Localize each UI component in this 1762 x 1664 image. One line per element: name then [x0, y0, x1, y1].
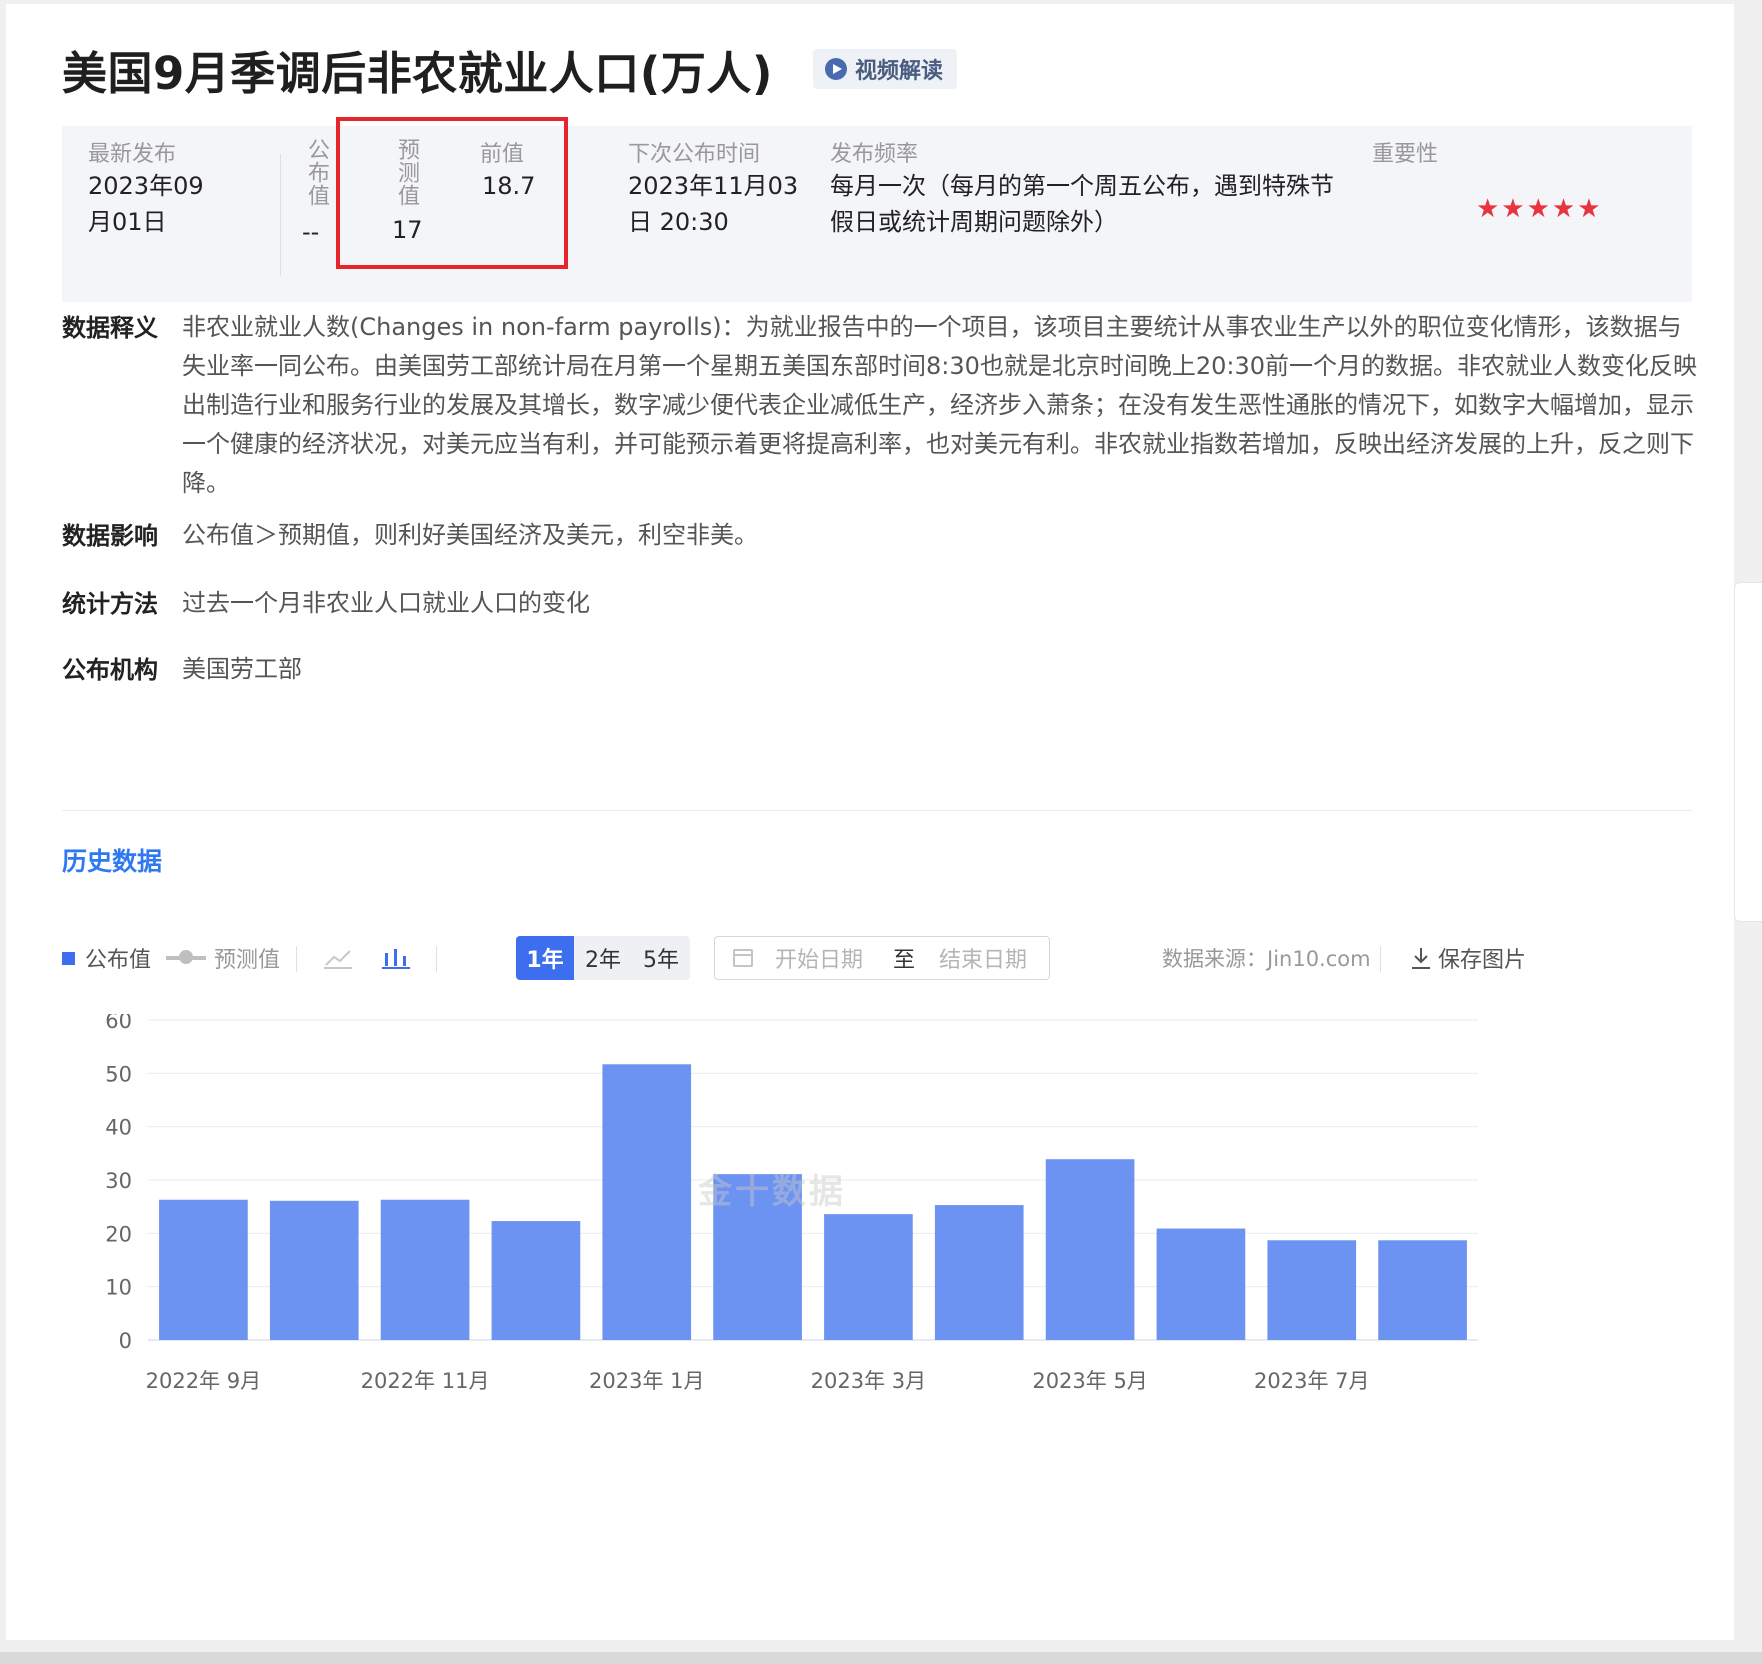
bar — [269, 1200, 359, 1340]
bar — [159, 1199, 248, 1340]
method-text: 过去一个月非农业人口就业人口的变化 — [182, 589, 590, 617]
next-release-value: 2023年11月03 日 20:30 — [628, 168, 798, 240]
range-5y-button[interactable]: 5年 — [632, 936, 690, 980]
agency-label: 公布机构 — [62, 656, 158, 684]
y-tick-label: 20 — [105, 1222, 132, 1246]
bar — [491, 1221, 581, 1340]
range-1y-button[interactable]: 1年 — [516, 936, 574, 980]
definition-text: 非农业就业人数(Changes in non-farm payrolls)：为就… — [182, 313, 1698, 497]
bottom-strip — [0, 1652, 1762, 1664]
chart-toolbar: 公布值 预测值 1年 2年 5年 开始日期 至 结束日期 数据来源：Jin10.… — [62, 936, 1694, 980]
date-to-label: 至 — [893, 948, 916, 973]
next-release-line1: 2023年11月03 — [628, 172, 799, 200]
impact-label: 数据影响 — [62, 522, 158, 550]
agency-text: 美国劳工部 — [182, 655, 302, 683]
actual-value: -- — [302, 218, 320, 246]
bar-chart-icon[interactable] — [382, 936, 410, 980]
x-tick-label: 2023年 7月 — [1254, 1369, 1369, 1393]
x-tick-label: 2023年 3月 — [811, 1369, 926, 1393]
bar — [1045, 1159, 1135, 1340]
history-title: 历史数据 — [62, 847, 163, 876]
data-source: 数据来源：Jin10.com — [1162, 947, 1371, 971]
legend-actual[interactable]: 公布值 — [62, 936, 151, 980]
legend-actual-label: 公布值 — [85, 948, 152, 973]
next-release-label: 下次公布时间 — [628, 142, 761, 167]
x-tick-label: 2023年 1月 — [589, 1369, 704, 1393]
page-container: 美国9月季调后非农就业人口(万人) 视频解读 最新发布 2023年09 月01日… — [6, 4, 1734, 1640]
y-tick-label: 40 — [105, 1116, 132, 1140]
video-button-label: 视频解读 — [854, 59, 943, 84]
method-label: 统计方法 — [62, 590, 158, 618]
latest-release-line1: 2023年09 — [88, 172, 204, 200]
side-feedback-tab[interactable] — [1734, 582, 1762, 922]
range-2y-button[interactable]: 2年 — [574, 936, 632, 980]
frequency-label: 发布频率 — [830, 142, 919, 167]
legend-forecast-swatch — [166, 950, 206, 964]
y-tick-label: 0 — [119, 1329, 132, 1353]
line-chart-icon[interactable] — [324, 936, 352, 980]
bar — [1378, 1240, 1467, 1340]
x-tick-label: 2022年 9月 — [146, 1369, 261, 1393]
download-icon — [1412, 948, 1430, 969]
bar — [380, 1199, 470, 1340]
date-range-picker[interactable]: 开始日期 至 结束日期 — [714, 936, 1050, 980]
next-release-line2: 日 20:30 — [628, 208, 729, 236]
legend-actual-swatch — [62, 951, 75, 965]
toolbar-separator — [1380, 946, 1381, 972]
y-tick-label: 60 — [105, 1014, 132, 1033]
history-bar-chart: 0 10 20 30 40 50 60 2022年 9月 2022年 11月 2023年 1月 20… — [105, 1014, 1478, 1393]
latest-release-label: 最新发布 — [88, 142, 177, 167]
x-tick-label: 2023年 5月 — [1032, 1369, 1147, 1393]
latest-release-value: 2023年09 月01日 — [88, 168, 204, 240]
video-interpretation-button[interactable]: 视频解读 — [812, 49, 957, 89]
save-image-button[interactable]: 保存图片 — [1410, 936, 1526, 980]
importance-stars-icon: ★★★★★ — [1476, 194, 1603, 224]
forecast-highlight-box — [336, 117, 568, 269]
info-divider — [280, 154, 281, 276]
title-row: 美国9月季调后非农就业人口(万人) 视频解读 — [62, 40, 957, 100]
legend-forecast-label: 预测值 — [214, 948, 281, 973]
bar — [934, 1205, 1024, 1340]
indicator-info-panel: 最新发布 2023年09 月01日 公布值 -- 预测值 17 前值 18.7 … — [62, 126, 1692, 302]
frequency-line1: 每月一次（每月的第一个周五公布，遇到特殊节 — [830, 172, 1334, 200]
toolbar-separator — [436, 946, 437, 972]
y-tick-label: 50 — [105, 1062, 132, 1086]
bar — [1156, 1228, 1246, 1340]
frequency-value: 每月一次（每月的第一个周五公布，遇到特殊节 假日或统计周期问题除外） — [830, 168, 1334, 240]
bar — [1267, 1240, 1357, 1340]
section-divider — [62, 810, 1692, 811]
y-tick-label: 10 — [105, 1276, 132, 1300]
save-image-label: 保存图片 — [1438, 948, 1527, 973]
page-title: 美国9月季调后非农就业人口(万人) — [62, 46, 773, 100]
impact-text: 公布值＞预期值，则利好美国经济及美元，利空非美。 — [182, 521, 758, 549]
bar — [602, 1064, 692, 1340]
bar — [824, 1214, 913, 1340]
legend-forecast[interactable]: 预测值 — [166, 936, 280, 980]
x-tick-label: 2022年 11月 — [361, 1369, 490, 1393]
latest-release-line2: 月01日 — [88, 208, 167, 236]
y-tick-label: 30 — [105, 1169, 132, 1193]
watermark: 金十数据 — [698, 1172, 846, 1212]
start-date-input[interactable]: 开始日期 — [775, 942, 863, 974]
play-icon — [824, 58, 847, 80]
actual-label: 公布值 — [304, 138, 329, 207]
calendar-icon — [733, 949, 753, 967]
importance-label: 重要性 — [1372, 142, 1439, 167]
toolbar-separator — [296, 946, 297, 972]
range-selector: 1年 2年 5年 — [516, 936, 690, 980]
end-date-input[interactable]: 结束日期 — [939, 942, 1027, 974]
definition-label: 数据释义 — [62, 314, 158, 342]
frequency-line2: 假日或统计周期问题除外） — [830, 208, 1118, 236]
